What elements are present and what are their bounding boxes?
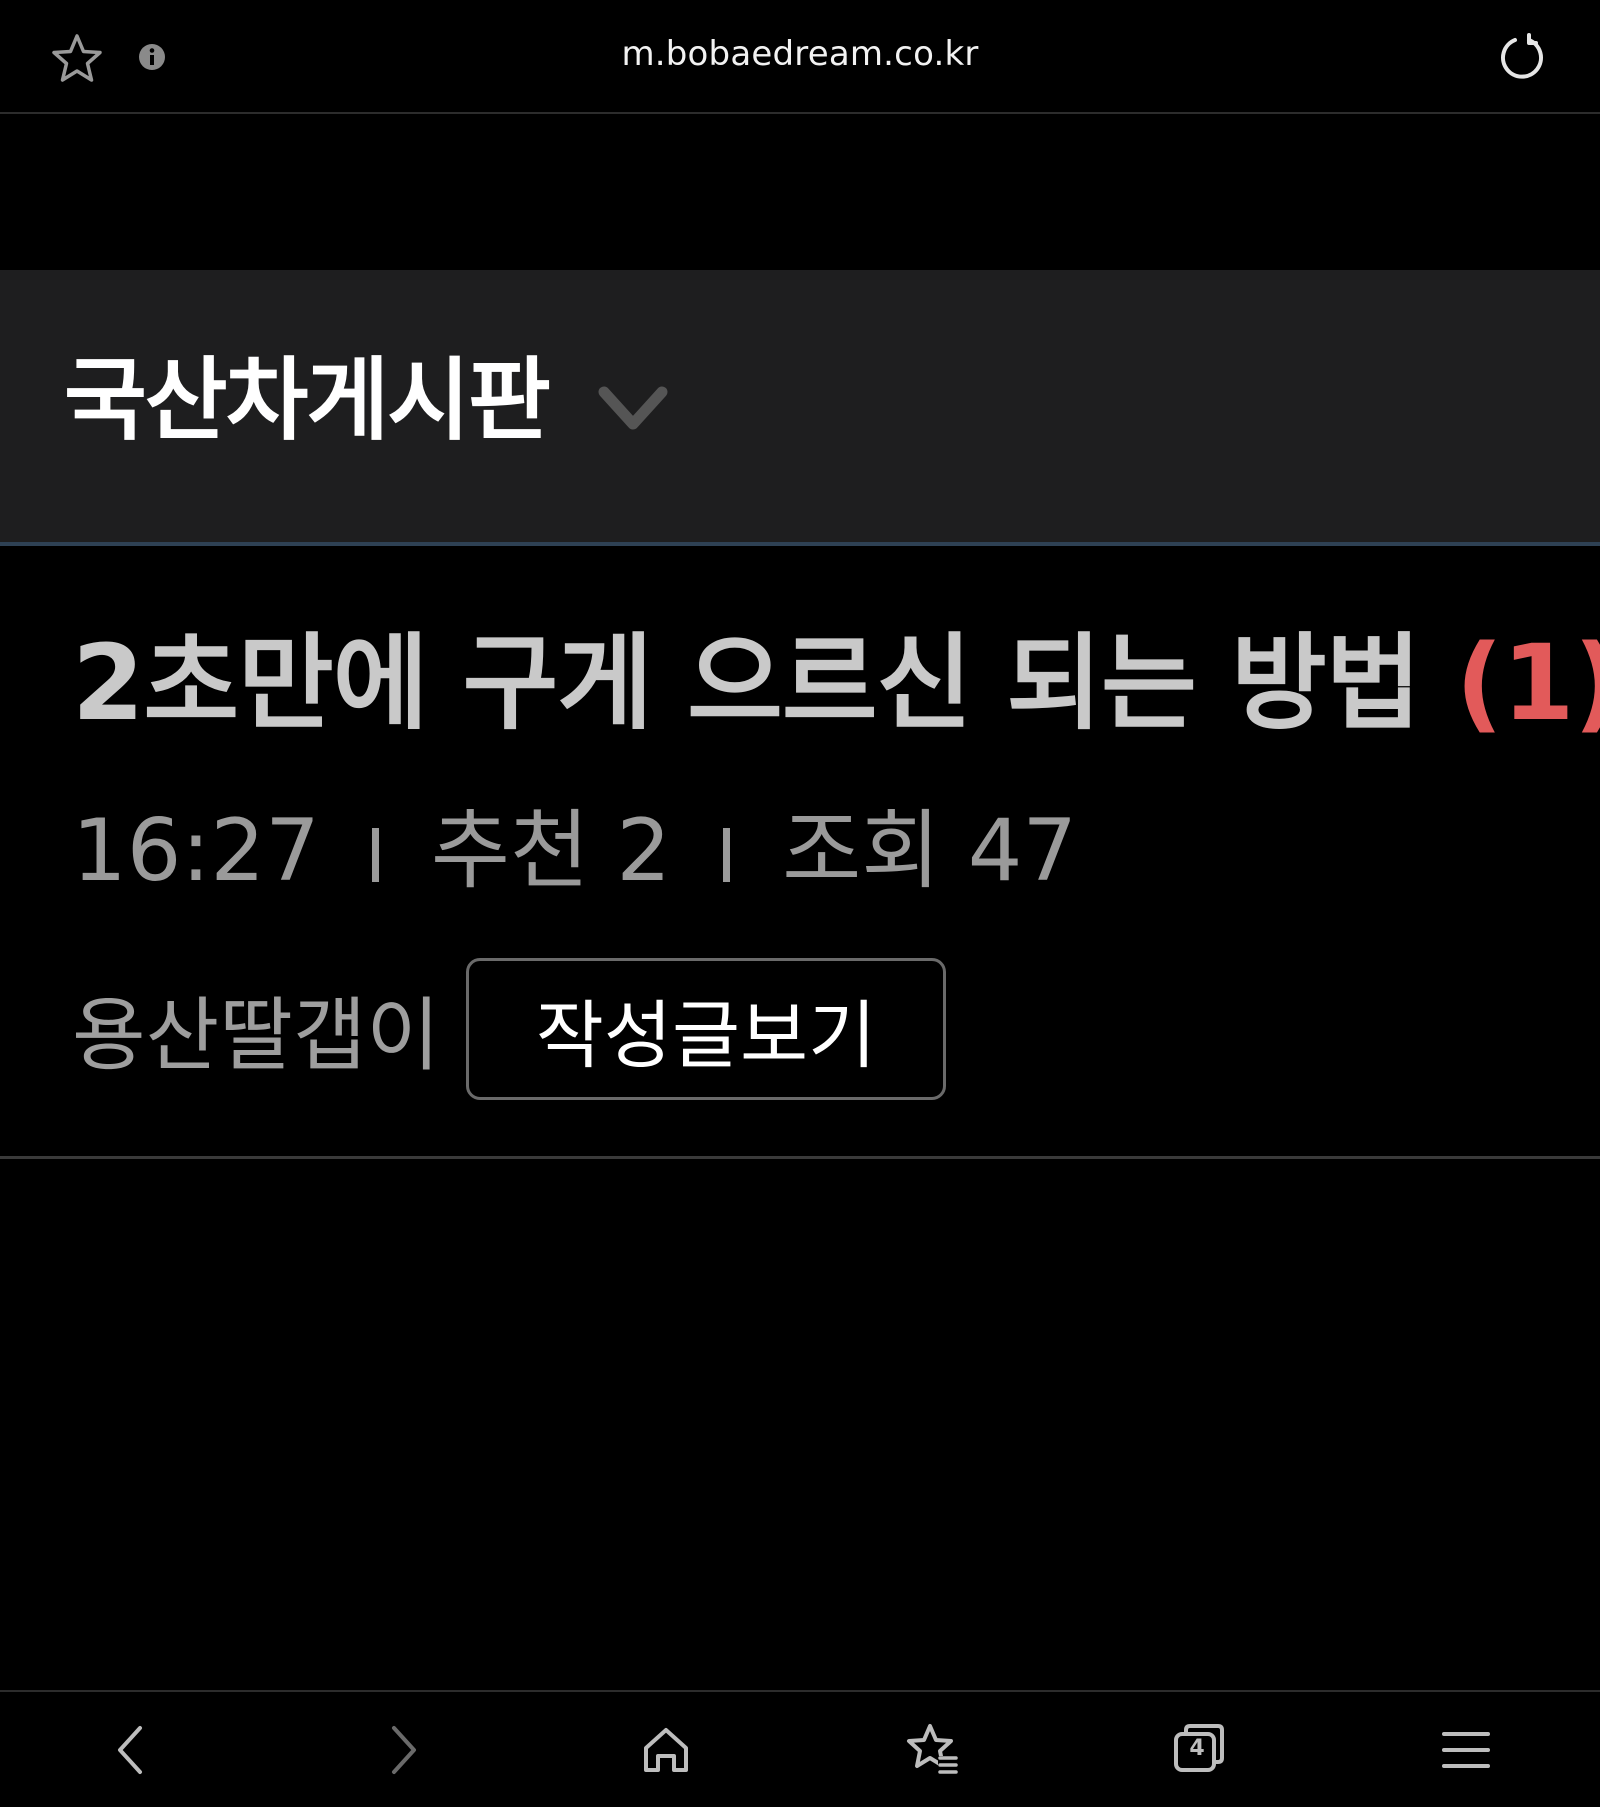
post-title: 2초만에 구게 으르신 되는 방법: [72, 622, 1421, 744]
view-count: 조회 47: [782, 801, 1078, 901]
hamburger-menu-icon[interactable]: [1436, 1720, 1496, 1780]
bottom-toolbar: 4: [0, 1690, 1600, 1807]
chevron-down-icon[interactable]: [598, 382, 668, 438]
meta-divider: [371, 828, 379, 882]
author-name[interactable]: 용산딸갭이: [72, 971, 440, 1087]
board-header: 국산차게시판: [0, 270, 1600, 546]
star-list-icon[interactable]: [902, 1720, 962, 1780]
post-meta: 16:27 추천 2 조회 47: [72, 808, 1077, 894]
author-row: 용산딸갭이 작성글보기: [72, 956, 946, 1102]
divider: [0, 1156, 1600, 1159]
view-posts-button[interactable]: 작성글보기: [466, 958, 946, 1100]
recommend-count: 추천 2: [430, 801, 672, 901]
comment-count: (1): [1455, 622, 1600, 744]
post-title-row: 2초만에 구게 으르신 되는 방법 (1): [72, 626, 1600, 740]
tabs-icon[interactable]: 4: [1168, 1720, 1228, 1780]
reload-icon[interactable]: [1498, 32, 1548, 82]
home-icon[interactable]: [636, 1720, 696, 1780]
tab-count: 4: [1189, 1736, 1205, 1761]
address-bar: m.bobaedream.co.kr: [0, 0, 1600, 114]
meta-divider: [723, 828, 731, 882]
chevron-left-icon[interactable]: [102, 1720, 162, 1780]
chevron-right-icon[interactable]: [372, 1720, 432, 1780]
url-text[interactable]: m.bobaedream.co.kr: [0, 34, 1600, 74]
board-title[interactable]: 국산차게시판: [64, 356, 551, 446]
post-time: 16:27: [72, 801, 320, 901]
